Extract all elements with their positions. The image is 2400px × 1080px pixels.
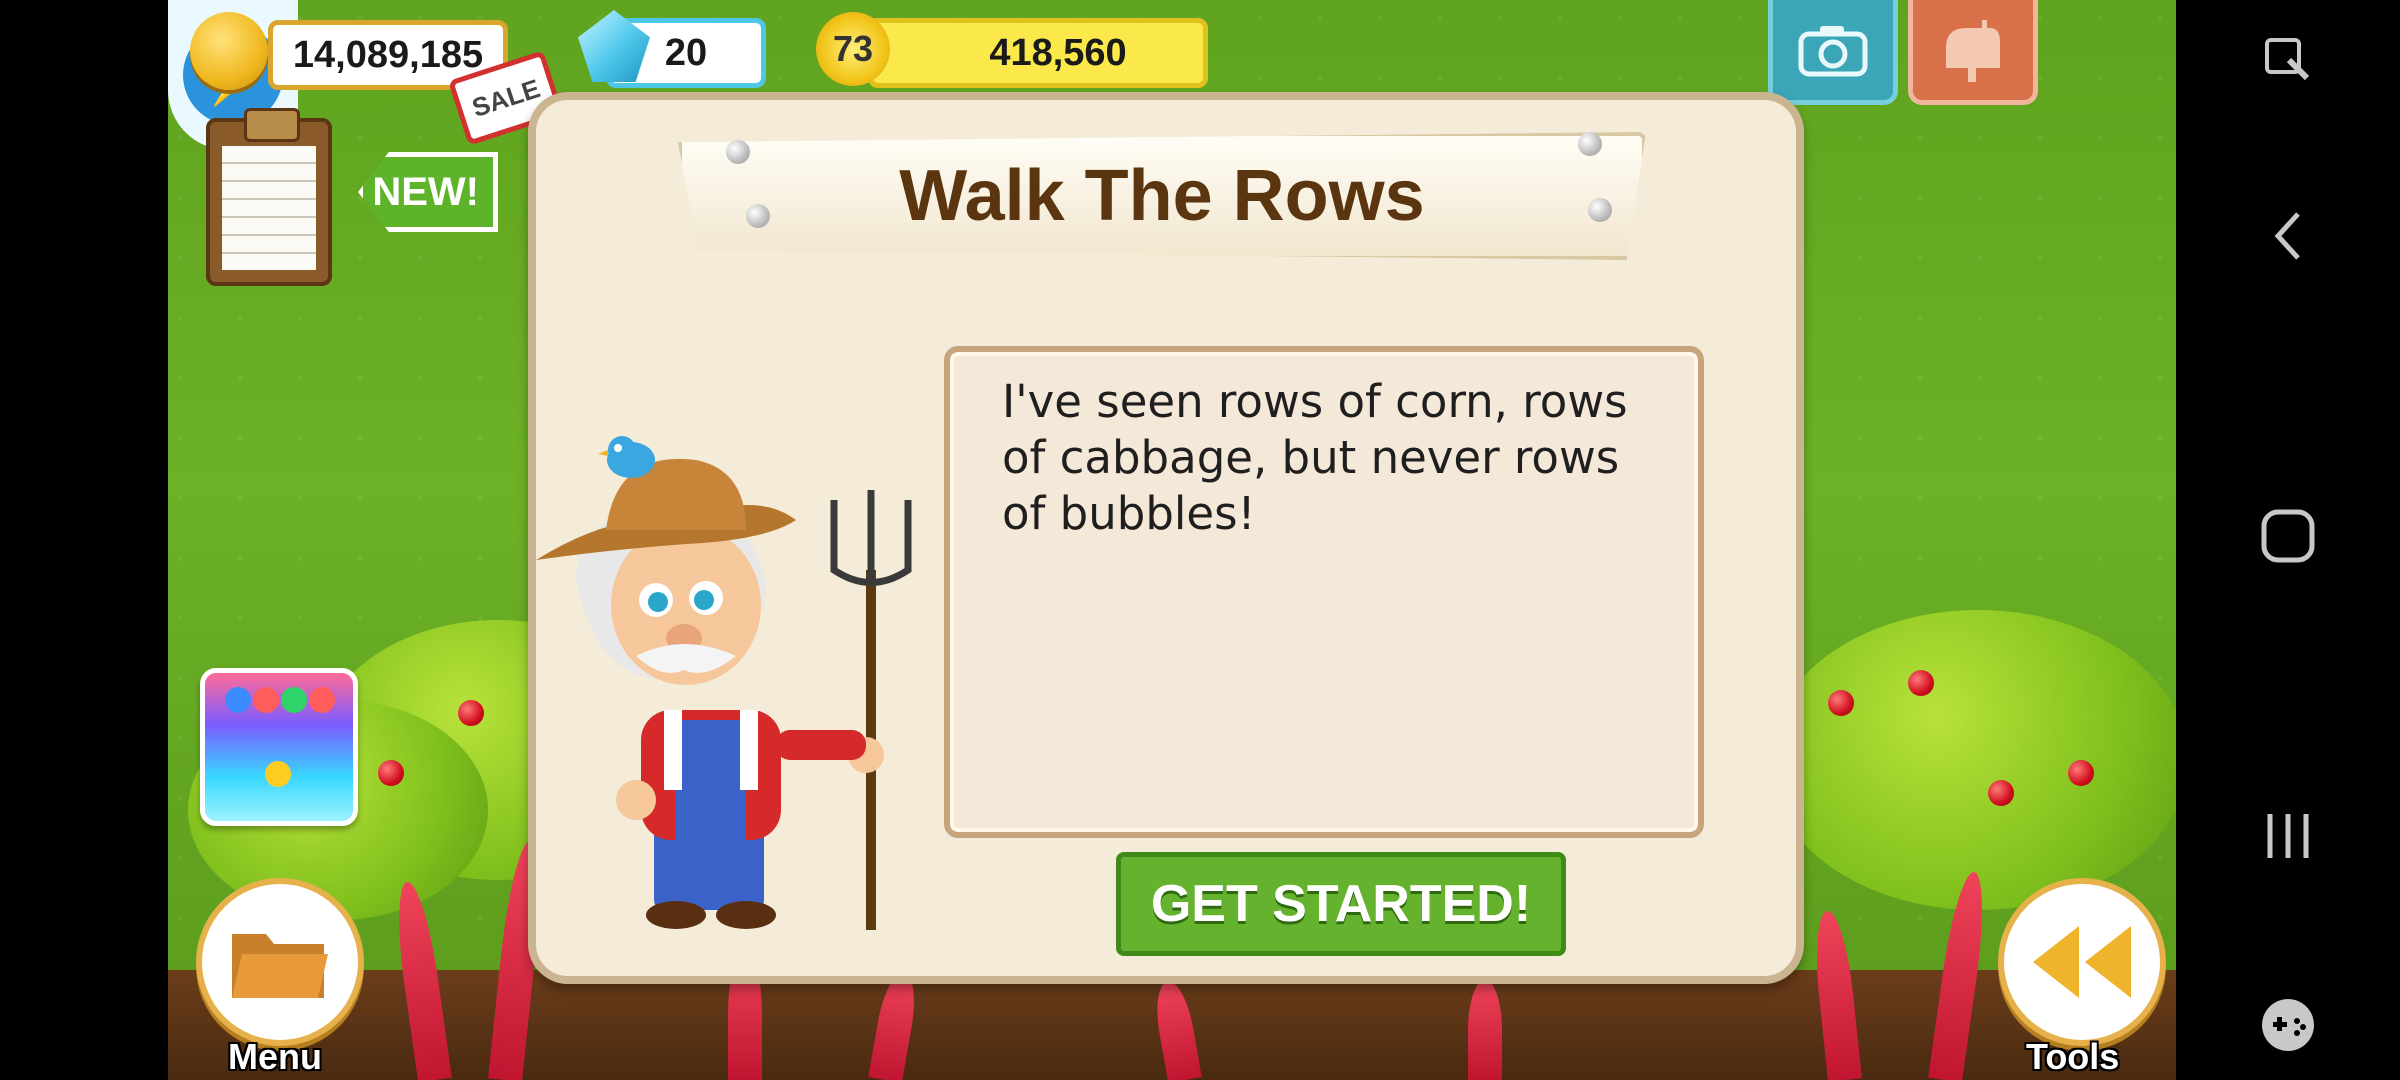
farmer-character bbox=[536, 436, 912, 930]
get-started-label: GET STARTED! bbox=[1150, 875, 1532, 933]
coin-icon bbox=[190, 12, 268, 90]
rewind-icon bbox=[2033, 926, 2131, 998]
tools-label: Tools bbox=[2026, 1036, 2120, 1077]
game-tools-button[interactable] bbox=[2176, 990, 2400, 1060]
chevron-left-icon bbox=[2274, 212, 2300, 260]
clipboard-icon bbox=[222, 146, 316, 270]
get-started-button[interactable]: GET STARTED! bbox=[1116, 852, 1566, 956]
dialog-message: I've seen rows of corn, rows of cabbage,… bbox=[1002, 375, 1628, 540]
red-plant bbox=[1468, 980, 1502, 1080]
nail-icon bbox=[1588, 198, 1612, 222]
mailbox-icon bbox=[1946, 20, 2000, 82]
berry bbox=[378, 760, 404, 786]
bubble-game-button[interactable] bbox=[200, 668, 358, 826]
recents-icon bbox=[2267, 814, 2309, 858]
menu-label: Menu bbox=[228, 1036, 322, 1077]
game-scene: 14,089,185 20 418,560 73 ⚡ NEW! SALE bbox=[168, 0, 2176, 1080]
bubble-icon bbox=[225, 687, 251, 713]
nail-icon bbox=[746, 204, 770, 228]
berry bbox=[1988, 780, 2014, 806]
gem-count: 20 bbox=[664, 31, 708, 74]
folder-icon bbox=[232, 934, 328, 998]
bush bbox=[1768, 610, 2176, 910]
speech-box: I've seen rows of corn, rows of cabbage,… bbox=[944, 346, 1704, 838]
quest-clipboard-button[interactable] bbox=[206, 108, 332, 286]
quest-dialog: Walk The Rows I've seen rows of corn, ro… bbox=[528, 92, 1804, 984]
home-button[interactable] bbox=[2176, 496, 2400, 576]
nail-icon bbox=[1578, 132, 1602, 156]
system-nav-bar bbox=[2176, 0, 2400, 1080]
clipboard-clip bbox=[244, 108, 300, 142]
coin-count: 14,089,185 bbox=[292, 33, 484, 76]
bubble-icon bbox=[265, 761, 291, 787]
home-square-icon bbox=[2261, 509, 2315, 563]
screenshot-editor-button[interactable] bbox=[2176, 24, 2400, 94]
camera-icon bbox=[1798, 26, 1868, 77]
back-button[interactable] bbox=[2176, 196, 2400, 276]
new-label: NEW! bbox=[372, 169, 479, 214]
title-banner: Walk The Rows bbox=[678, 132, 1646, 260]
screenshot-icon bbox=[2265, 38, 2310, 81]
bubble-icon bbox=[309, 687, 335, 713]
bubble-icon bbox=[281, 687, 307, 713]
level-badge[interactable]: 73 bbox=[816, 12, 890, 86]
recents-button[interactable] bbox=[2176, 796, 2400, 876]
gamepad-icon bbox=[2262, 999, 2314, 1051]
berry bbox=[1908, 670, 1934, 696]
level-number: 73 bbox=[832, 28, 874, 69]
nail-icon bbox=[726, 140, 750, 164]
berry bbox=[458, 700, 484, 726]
bubble-icon bbox=[253, 687, 279, 713]
xp-count: 418,560 bbox=[989, 31, 1127, 74]
new-badge[interactable]: NEW! bbox=[358, 152, 498, 232]
dialog-title: Walk The Rows bbox=[899, 156, 1425, 236]
camera-button[interactable] bbox=[1768, 0, 1898, 105]
mailbox-button[interactable] bbox=[1908, 0, 2038, 105]
xp-counter[interactable]: 418,560 bbox=[868, 18, 1208, 88]
berry bbox=[2068, 760, 2094, 786]
berry bbox=[1828, 690, 1854, 716]
tools-button[interactable] bbox=[1998, 878, 2166, 1046]
menu-button[interactable] bbox=[196, 878, 364, 1046]
